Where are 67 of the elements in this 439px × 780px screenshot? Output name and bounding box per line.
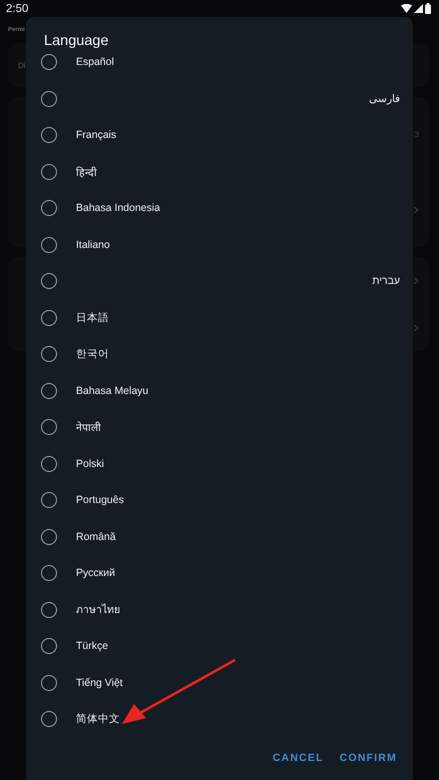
dialog-title: Language xyxy=(44,32,110,51)
radio-button[interactable] xyxy=(41,90,57,107)
radio-button[interactable] xyxy=(41,602,57,618)
language-label: ภาษาไทย xyxy=(76,602,121,618)
radio-button[interactable] xyxy=(41,674,57,691)
language-label: עברית xyxy=(371,275,400,288)
language-option[interactable]: Polski xyxy=(26,446,413,482)
language-option[interactable]: فارسی xyxy=(26,80,413,117)
language-label: Русский xyxy=(76,567,116,580)
language-option[interactable]: 한국어 xyxy=(26,336,413,372)
language-label: Español xyxy=(76,56,115,68)
cancel-button[interactable]: CANCEL xyxy=(266,746,330,770)
language-label: Français xyxy=(76,129,118,142)
language-option[interactable]: नेपाली xyxy=(26,409,413,446)
radio-button[interactable] xyxy=(41,528,57,545)
language-option[interactable]: Português xyxy=(26,482,413,518)
language-label: Română xyxy=(76,530,117,543)
language-label: नेपाली xyxy=(76,420,102,434)
language-label: Polski xyxy=(76,458,106,470)
confirm-button[interactable]: CONFIRM xyxy=(334,746,403,770)
radio-button[interactable] xyxy=(41,164,57,180)
radio-button[interactable] xyxy=(41,456,57,472)
language-label: فارسی xyxy=(368,92,400,106)
language-option[interactable]: Bahasa Melayu xyxy=(26,372,413,409)
language-option[interactable]: 日本語 xyxy=(26,300,413,336)
radio-button[interactable] xyxy=(41,236,57,253)
radio-button[interactable] xyxy=(41,382,57,399)
language-option[interactable]: Tiếng Việt xyxy=(26,664,413,701)
radio-button[interactable] xyxy=(41,310,57,326)
radio-button[interactable] xyxy=(41,127,57,144)
language-label: Bahasa Indonesia xyxy=(76,202,162,214)
wifi-icon xyxy=(401,4,412,13)
language-label: हिन्दी xyxy=(76,166,98,179)
radio-button[interactable] xyxy=(41,565,57,582)
signal-icon xyxy=(414,4,423,13)
radio-button[interactable] xyxy=(41,638,57,654)
language-option[interactable]: ภาษาไทย xyxy=(26,592,413,628)
radio-button[interactable] xyxy=(41,54,57,70)
language-label: Tiếng Việt xyxy=(76,676,124,689)
status-time: 2:50 xyxy=(6,2,28,14)
language-option[interactable]: Türkçe xyxy=(26,628,413,664)
language-label: Italiano xyxy=(76,238,111,251)
language-option[interactable]: Русский xyxy=(26,555,413,592)
language-option[interactable]: Italiano xyxy=(26,226,413,263)
battery-icon xyxy=(425,3,431,14)
chevron-icon xyxy=(413,206,419,214)
language-option[interactable]: हिन्दी xyxy=(26,154,413,190)
language-option[interactable]: Română xyxy=(26,518,413,555)
setting-label: Di xyxy=(18,60,26,70)
language-label: 한국어 xyxy=(76,347,110,362)
radio-button[interactable] xyxy=(41,200,57,216)
language-label: Bahasa Melayu xyxy=(76,384,150,397)
radio-button[interactable] xyxy=(41,711,57,728)
chevron-icon xyxy=(413,324,419,332)
language-label: 日本語 xyxy=(76,310,110,325)
language-option[interactable]: עברית xyxy=(26,263,413,300)
language-label: 简体中文 xyxy=(76,712,121,726)
chevron-icon xyxy=(413,276,419,284)
radio-button[interactable] xyxy=(41,273,57,290)
language-label: Português xyxy=(76,494,125,506)
language-label: Türkçe xyxy=(76,640,110,652)
language-option[interactable]: Bahasa Indonesia xyxy=(26,190,413,226)
radio-button[interactable] xyxy=(41,419,57,436)
radio-button[interactable] xyxy=(41,346,57,362)
radio-button[interactable] xyxy=(41,492,57,508)
language-option[interactable]: 简体中文 xyxy=(26,701,413,738)
language-option[interactable]: Français xyxy=(26,117,413,154)
